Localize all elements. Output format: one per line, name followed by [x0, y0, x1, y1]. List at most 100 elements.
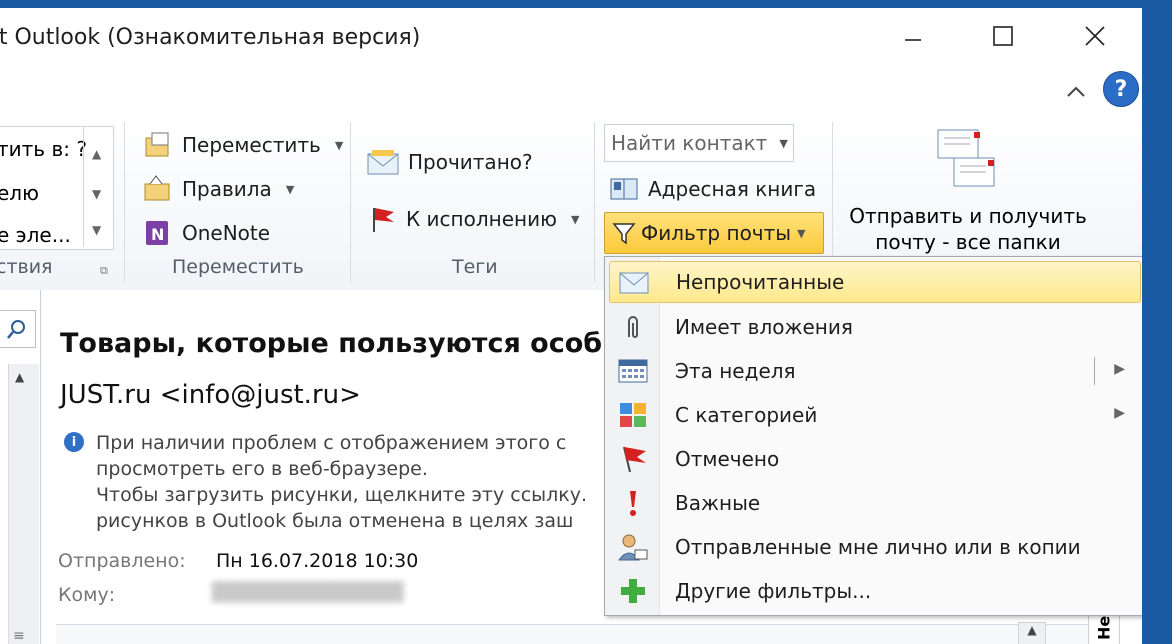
- filter-item-label: Важные: [675, 491, 761, 515]
- find-contact-placeholder: Найти контакт: [611, 131, 768, 155]
- filter-mail-menu: Непрочитанные Имеет вложения Эта неделя …: [604, 256, 1142, 616]
- send-receive-line2: почту - все папки: [875, 230, 1061, 254]
- onenote-button[interactable]: N OneNote: [142, 218, 270, 248]
- info-bar[interactable]: При наличии проблем с отображением этого…: [96, 430, 587, 534]
- info-line: Чтобы загрузить рисунки, щелкните эту сс…: [96, 484, 588, 506]
- message-sender[interactable]: JUST.ru <info@just.ru>: [60, 380, 361, 410]
- paperclip-icon: [628, 316, 638, 338]
- quick-steps-gallery[interactable]: тить в: ? елю е эле... ▲ ▼ ▼: [0, 126, 114, 250]
- filter-item-label: Отправленные мне лично или в копии: [675, 535, 1081, 559]
- address-book-label: Адресная книга: [648, 177, 817, 201]
- send-receive-all-button[interactable]: Отправить и получить почту - все папки: [842, 124, 1094, 254]
- read-button-label: Прочитано?: [408, 150, 533, 174]
- filter-mail-button[interactable]: Фильтр почты ▼: [604, 212, 824, 254]
- onenote-button-label: OneNote: [182, 221, 271, 245]
- group-separator: [350, 122, 351, 282]
- gallery-scroll: ▲ ▼ ▼: [83, 127, 112, 247]
- info-icon: i: [64, 432, 84, 452]
- info-line: просмотреть его в веб-браузере.: [96, 458, 428, 480]
- gallery-more-icon[interactable]: ▼: [92, 223, 101, 237]
- outlook-window: oft Outlook (Ознакомительная версия) ? т…: [0, 8, 1142, 644]
- exclamation-icon: [630, 491, 636, 516]
- group-label-actions: ствия: [0, 256, 53, 278]
- list-column-divider: [0, 382, 9, 644]
- move-button[interactable]: Переместить ▼: [142, 130, 343, 160]
- group-label-move: Переместить: [172, 256, 304, 278]
- filter-item-this-week[interactable]: Эта неделя ▶: [609, 351, 1139, 391]
- address-book-button[interactable]: Адресная книга: [608, 176, 816, 202]
- filter-mail-label: Фильтр почты: [641, 221, 792, 245]
- find-contact-field[interactable]: Найти контакт ▼: [604, 124, 794, 162]
- chevron-up-icon: [1067, 86, 1085, 97]
- minimize-button[interactable]: [890, 18, 936, 54]
- dropdown-arrow-icon: ▼: [334, 138, 344, 152]
- window-title: oft Outlook (Ознакомительная версия): [0, 25, 421, 50]
- gallery-down-icon[interactable]: ▼: [92, 187, 101, 201]
- message-subject: Товары, которые пользуются особ: [60, 328, 603, 359]
- dropdown-arrow-icon: ▼: [797, 226, 806, 240]
- message-body-top: [56, 624, 1096, 644]
- funnel-icon: [612, 223, 636, 245]
- filter-item-unread[interactable]: Непрочитанные: [609, 261, 1141, 303]
- title-bar: oft Outlook (Ознакомительная версия): [0, 8, 1142, 66]
- close-icon: [1085, 26, 1105, 46]
- dropdown-arrow-icon: ▼: [570, 212, 580, 226]
- scroll-up-icon[interactable]: ▲: [15, 370, 24, 384]
- group-separator: [594, 122, 595, 282]
- message-list-edge: ▲ ≡: [0, 290, 41, 644]
- filter-item-label: Отмечено: [675, 447, 780, 471]
- filter-item-categorized[interactable]: С категорией ▶: [609, 395, 1139, 435]
- dialog-launcher-icon[interactable]: ⧉: [100, 264, 108, 278]
- sent-label: Отправлено:: [58, 550, 186, 572]
- red-flag-icon: [623, 446, 646, 473]
- dropdown-arrow-icon: ▼: [285, 182, 295, 196]
- message-list-scrollbar[interactable]: ▲ ≡: [8, 364, 39, 644]
- ribbon-tab-strip: ?: [0, 66, 1142, 115]
- rules-button-label: Правила: [182, 177, 272, 201]
- red-flag-icon: [373, 208, 394, 232]
- onenote-icon: N: [146, 221, 168, 245]
- group-separator: [124, 122, 125, 282]
- submenu-arrow-icon: ▶: [1114, 405, 1125, 421]
- green-plus-icon: [621, 579, 645, 603]
- send-receive-line1: Отправить и получить: [849, 204, 1087, 228]
- quick-step-2[interactable]: елю: [0, 181, 39, 205]
- scroll-up-icon[interactable]: ▲: [1018, 622, 1046, 644]
- quick-step-1[interactable]: тить в: ?: [0, 137, 87, 161]
- search-button[interactable]: [0, 310, 36, 348]
- filter-item-more-filters[interactable]: Другие фильтры...: [609, 571, 1139, 611]
- calendar-icon: [618, 359, 648, 383]
- help-icon: ?: [1114, 76, 1128, 102]
- filter-item-important[interactable]: Важные: [609, 483, 1139, 523]
- dropdown-arrow-icon[interactable]: ▼: [779, 137, 787, 150]
- envelope-icon: [619, 272, 649, 294]
- filter-item-flagged[interactable]: Отмечено: [609, 439, 1139, 479]
- move-button-label: Переместить: [182, 133, 321, 157]
- read-button[interactable]: Прочитано?: [366, 148, 533, 176]
- address-book-icon: [610, 178, 638, 200]
- to-value-blurred: ████████████████: [212, 582, 403, 603]
- quick-step-3[interactable]: е эле...: [0, 223, 71, 247]
- filter-item-label: Другие фильтры...: [675, 579, 872, 603]
- maximize-button[interactable]: [980, 18, 1026, 54]
- filter-item-attachments[interactable]: Имеет вложения: [609, 307, 1139, 347]
- collapse-ribbon-button[interactable]: [1064, 82, 1088, 106]
- person-icon: [618, 534, 648, 561]
- rules-icon: [144, 175, 170, 201]
- gallery-up-icon[interactable]: ▲: [92, 147, 101, 161]
- group-label-tags: Теги: [452, 256, 498, 278]
- rules-button[interactable]: Правила ▼: [142, 174, 294, 204]
- scroll-grip-icon[interactable]: ≡: [13, 628, 25, 644]
- help-button[interactable]: ?: [1103, 71, 1139, 107]
- svg-text:N: N: [151, 225, 164, 244]
- move-folder-icon: [145, 132, 169, 157]
- to-label: Кому:: [58, 584, 116, 606]
- close-button[interactable]: [1072, 18, 1118, 54]
- envelope-icon: [367, 150, 399, 175]
- send-receive-icon: [937, 129, 995, 187]
- maximize-icon: [993, 26, 1013, 46]
- submenu-arrow-icon: ▶: [1114, 361, 1125, 377]
- followup-button[interactable]: К исполнению ▼: [366, 204, 579, 234]
- submenu-separator: [1094, 357, 1095, 385]
- filter-item-sent-to-me[interactable]: Отправленные мне лично или в копии: [609, 527, 1139, 567]
